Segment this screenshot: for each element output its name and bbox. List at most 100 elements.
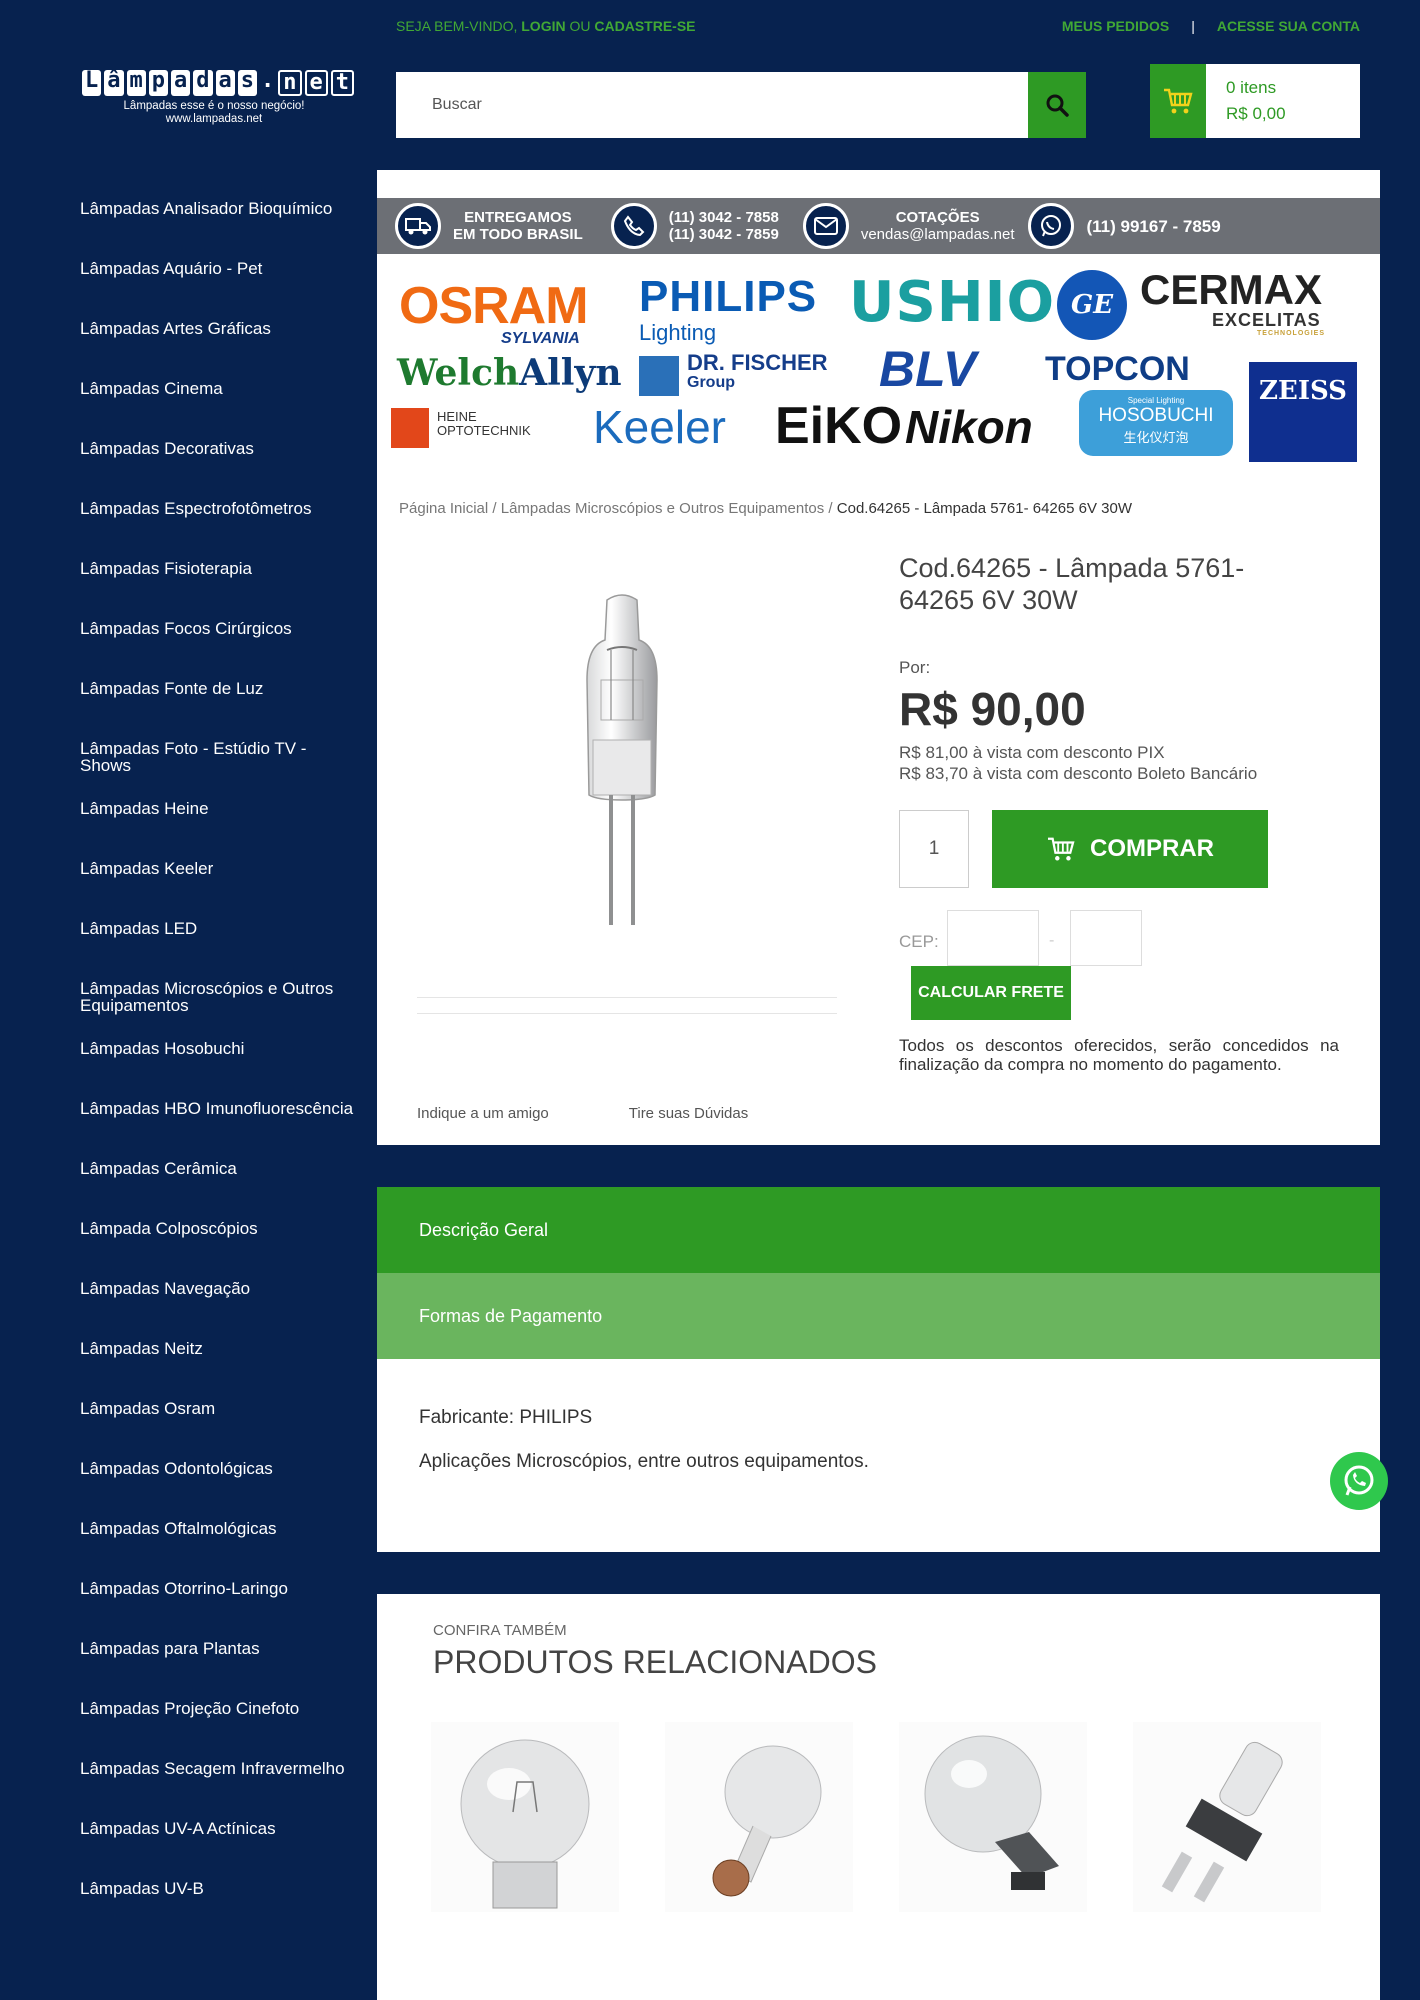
- hosobuchi-small: Special Lighting: [1127, 396, 1185, 405]
- logo-tagline: Lâmpadas esse é o nosso negócio! www.lam…: [78, 100, 350, 126]
- sidebar-item[interactable]: Lâmpadas Hosobuchi: [80, 1040, 360, 1100]
- my-account-link[interactable]: ACESSE SUA CONTA: [1217, 18, 1360, 46]
- welcome-or: OU: [565, 18, 595, 34]
- sidebar-item[interactable]: Lâmpadas UV-B: [80, 1880, 360, 1940]
- sidebar-item[interactable]: Lâmpadas Fonte de Luz: [80, 680, 360, 740]
- quotes-email[interactable]: vendas@lampadas.net: [861, 226, 1015, 243]
- related-product-1-image: [460, 1739, 590, 1909]
- logo-letter: d: [193, 70, 213, 96]
- nikon-logo: Nikon: [905, 401, 1033, 453]
- hosobuchi-logo: Special Lighting HOSOBUCHI 生化仪灯泡: [1079, 390, 1233, 456]
- breadcrumb: Página Inicial / Lâmpadas Microscópios e…: [399, 500, 1132, 517]
- sidebar-item[interactable]: Lâmpadas Keeler: [80, 860, 360, 920]
- tab-description[interactable]: Descrição Geral: [377, 1187, 1380, 1273]
- product-image[interactable]: [567, 590, 677, 930]
- sidebar-item[interactable]: Lâmpadas Projeção Cinefoto: [80, 1700, 360, 1760]
- sidebar-item[interactable]: Lâmpadas Analisador Bioquímico: [80, 200, 360, 260]
- logo-letter: p: [148, 70, 168, 96]
- site-logo[interactable]: Lâmpadas.net Lâmpadas esse é o nosso neg…: [78, 70, 354, 130]
- sidebar-item[interactable]: Lâmpadas Cerâmica: [80, 1160, 360, 1220]
- product-price: R$ 90,00: [899, 683, 1086, 735]
- sidebar-item[interactable]: Lâmpadas LED: [80, 920, 360, 980]
- calculate-freight-button[interactable]: CALCULAR FRETE: [911, 966, 1071, 1020]
- sidebar-item[interactable]: Lâmpadas Artes Gráficas: [80, 320, 360, 380]
- sidebar-item[interactable]: Lâmpadas Navegação: [80, 1280, 360, 1340]
- eiko-logo: EiKO: [775, 397, 903, 455]
- sidebar-item[interactable]: Lâmpadas Otorrino-Laringo: [80, 1580, 360, 1640]
- delivery-text: ENTREGAMOS EM TODO BRASIL: [453, 209, 583, 243]
- search-input[interactable]: [396, 72, 1028, 138]
- cep-input-suffix[interactable]: [1070, 910, 1142, 966]
- osram-logo: OSRAM: [399, 277, 589, 335]
- cart-icon: [1164, 88, 1193, 114]
- sidebar-item[interactable]: Lâmpadas Oftalmológicas: [80, 1520, 360, 1580]
- register-link[interactable]: CADASTRE-SE: [594, 18, 695, 34]
- truck-icon: [395, 203, 441, 249]
- quotes-info: COTAÇÕES vendas@lampadas.net: [802, 198, 1015, 254]
- ge-logo: GE: [1057, 270, 1127, 340]
- sidebar-item[interactable]: Lâmpadas Fisioterapia: [80, 560, 360, 620]
- sidebar-item[interactable]: Lâmpadas Heine: [80, 800, 360, 860]
- pix-discount: R$ 81,00 à vista com desconto PIX: [899, 743, 1165, 762]
- ask-questions-link[interactable]: Tire suas Dúvidas: [629, 1105, 749, 1122]
- delivery-line-2: EM TODO BRASIL: [453, 226, 583, 243]
- related-kicker: CONFIRA TAMBÉM: [433, 1622, 567, 1639]
- cart-items: 0 itens: [1226, 78, 1277, 97]
- hosobuchi-chinese: 生化仪灯泡: [1123, 430, 1189, 445]
- search-button[interactable]: [1028, 72, 1086, 138]
- sidebar-item[interactable]: Lâmpadas Secagem Infravermelho: [80, 1760, 360, 1820]
- related-product-1[interactable]: [431, 1722, 619, 1912]
- contact-bar: ENTREGAMOS EM TODO BRASIL (11) 3042 - 78…: [377, 198, 1380, 254]
- sidebar-item[interactable]: Lâmpadas Decorativas: [80, 440, 360, 500]
- cep-input-prefix[interactable]: [947, 910, 1039, 966]
- zeiss-logo: ZEISS: [1249, 362, 1357, 462]
- cart-info: 0 itens R$ 0,00: [1206, 75, 1286, 127]
- philips-logo: PHILIPS: [639, 272, 818, 321]
- buy-label: COMPRAR: [1090, 835, 1214, 862]
- cep-dash: -: [1049, 932, 1055, 949]
- excelitas-technologies: TECHNOLOGIES: [1257, 330, 1326, 337]
- sidebar-item[interactable]: Lâmpadas Focos Cirúrgicos: [80, 620, 360, 680]
- indicate-friend-link[interactable]: Indique a um amigo: [417, 1105, 549, 1122]
- sidebar-item[interactable]: Lâmpada Colposcópios: [80, 1220, 360, 1280]
- related-product-3[interactable]: [899, 1722, 1087, 1912]
- sidebar-item[interactable]: Lâmpadas Espectrofotômetros: [80, 500, 360, 560]
- delivery-info: ENTREGAMOS EM TODO BRASIL: [395, 198, 583, 254]
- sidebar-item[interactable]: Lâmpadas Microscópios e Outros Equipamen…: [80, 980, 360, 1040]
- heine-logo: HEINE OPTOTECHNIK: [437, 410, 531, 438]
- image-divider-2: [417, 1013, 837, 1014]
- tab-payment[interactable]: Formas de Pagamento: [377, 1273, 1380, 1359]
- sidebar-item[interactable]: Lâmpadas HBO Imunofluorescência: [80, 1100, 360, 1160]
- sidebar-item[interactable]: Lâmpadas UV-A Actínicas: [80, 1820, 360, 1880]
- phone-info: (11) 3042 - 7858 (11) 3042 - 7859: [610, 198, 779, 254]
- whatsapp-contact-icon: [1028, 203, 1075, 249]
- sidebar-item[interactable]: Lâmpadas para Plantas: [80, 1640, 360, 1700]
- image-divider-1: [417, 997, 837, 998]
- welch-text: Welch: [397, 352, 520, 394]
- product-links: Indique a um amigo Tire suas Dúvidas: [417, 1105, 748, 1122]
- sidebar-item[interactable]: Lâmpadas Aquário - Pet: [80, 260, 360, 320]
- dr-fischer-icon: [639, 356, 679, 396]
- whatsapp-float-button[interactable]: [1330, 1452, 1388, 1510]
- breadcrumb-category[interactable]: Lâmpadas Microscópios e Outros Equipamen…: [501, 500, 825, 517]
- cart-widget[interactable]: 0 itens R$ 0,00: [1150, 64, 1360, 138]
- cart-total: R$ 0,00: [1226, 104, 1286, 123]
- related-product-2[interactable]: [665, 1722, 853, 1912]
- breadcrumb-home[interactable]: Página Inicial: [399, 500, 488, 517]
- sidebar-item[interactable]: Lâmpadas Cinema: [80, 380, 360, 440]
- welcome-prefix: SEJA BEM-VINDO,: [396, 18, 522, 34]
- sidebar-item[interactable]: Lâmpadas Foto - Estúdio TV - Shows: [80, 740, 360, 800]
- quotes-line-1: COTAÇÕES: [895, 209, 980, 226]
- product-title: Cod.64265 - Lâmpada 5761- 64265 6V 30W: [899, 553, 1245, 615]
- buy-button[interactable]: COMPRAR: [992, 810, 1268, 888]
- login-link[interactable]: LOGIN: [521, 18, 565, 34]
- sidebar-item[interactable]: Lâmpadas Neitz: [80, 1340, 360, 1400]
- my-orders-link[interactable]: MEUS PEDIDOS: [1062, 18, 1169, 46]
- related-product-4[interactable]: [1133, 1722, 1321, 1912]
- sidebar-item[interactable]: Lâmpadas Osram: [80, 1400, 360, 1460]
- excelitas-logo: EXCELITAS: [1212, 310, 1321, 330]
- whatsapp-info: (11) 99167 - 7859: [1028, 198, 1221, 254]
- search-icon: [1046, 94, 1069, 117]
- quantity-input[interactable]: 1: [899, 810, 969, 888]
- sidebar-item[interactable]: Lâmpadas Odontológicas: [80, 1460, 360, 1520]
